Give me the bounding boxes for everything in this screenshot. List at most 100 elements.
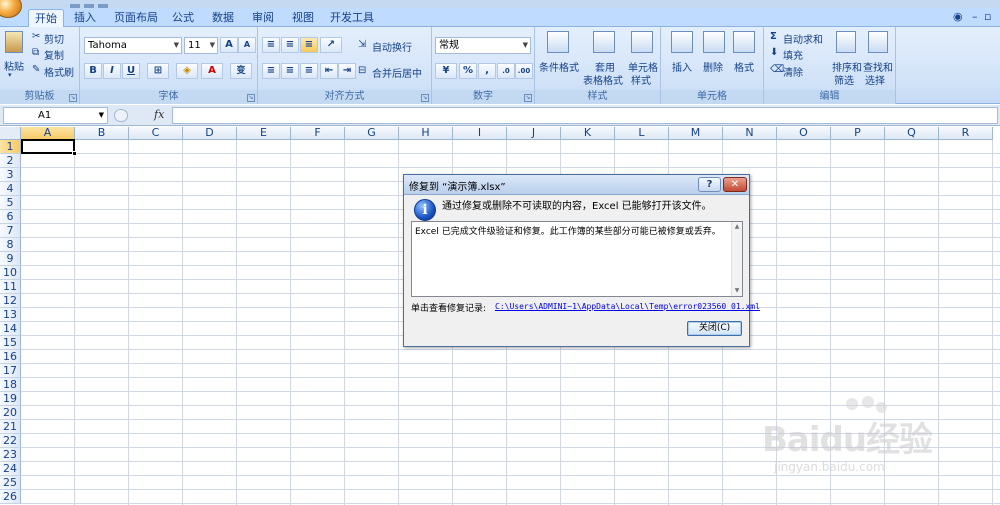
align-bottom-icon[interactable]: ≡ [300,37,318,53]
row-header-8[interactable]: 8 [0,238,21,252]
details-scrollbar[interactable]: ▲ ▼ [731,222,742,296]
paste-icon[interactable] [5,31,23,53]
column-header-d[interactable]: D [183,127,237,140]
format-as-table-label-2[interactable]: 表格格式 [583,72,623,87]
select-all-corner[interactable] [0,127,21,140]
name-box[interactable]: A1 ▼ [3,107,108,124]
dialog-launcher-icon[interactable]: ↘ [524,94,532,102]
comma-button[interactable]: , [478,63,496,79]
percent-button[interactable]: % [459,63,477,79]
repair-details-textbox[interactable]: Excel 已完成文件级验证和修复。此工作簿的某些部分可能已被修复或丢弃。 ▲ … [411,221,743,297]
dialog-close-button[interactable]: ✕ [723,177,747,192]
align-center-icon[interactable]: ≡ [281,63,299,79]
copy-icon[interactable]: ⧉ [32,47,39,58]
row-header-17[interactable]: 17 [0,364,21,378]
find-select-icon[interactable] [868,31,888,53]
row-header-24[interactable]: 24 [0,462,21,476]
column-header-g[interactable]: G [345,127,399,140]
insert-cells-button[interactable]: 插入 [672,59,692,74]
row-header-18[interactable]: 18 [0,378,21,392]
column-header-c[interactable]: C [129,127,183,140]
decrease-indent-icon[interactable]: ⇤ [320,63,338,79]
grow-font-button[interactable]: A [220,37,238,53]
column-header-i[interactable]: I [453,127,507,140]
row-header-16[interactable]: 16 [0,350,21,364]
increase-decimal-icon[interactable]: .0 [497,63,515,79]
find-select-label-2[interactable]: 选择 [865,72,885,87]
dialog-launcher-icon[interactable]: ↘ [69,94,77,102]
row-header-12[interactable]: 12 [0,294,21,308]
font-size-select[interactable]: 11 ▼ [184,37,218,54]
format-painter-button[interactable]: 格式刷 [44,64,74,79]
column-header-f[interactable]: F [291,127,345,140]
fill-color-icon[interactable]: ◈ [176,63,198,79]
help-icon[interactable]: ◉ [953,10,963,23]
cell-styles-icon[interactable] [631,31,653,53]
row-header-26[interactable]: 26 [0,490,21,504]
merge-center-icon[interactable]: ⊟ [358,65,366,76]
autosum-icon[interactable]: Σ [770,31,777,42]
column-header-b[interactable]: B [75,127,129,140]
italic-button[interactable]: I [103,63,121,79]
cut-icon[interactable]: ✂ [32,31,40,42]
row-header-4[interactable]: 4 [0,182,21,196]
wrap-text-icon[interactable]: ⇲ [358,39,366,50]
format-cells-icon[interactable] [733,31,755,53]
restore-icon[interactable]: ▫ [984,10,991,23]
column-header-j[interactable]: J [507,127,561,140]
currency-icon[interactable]: ¥ [435,63,457,79]
dialog-launcher-icon[interactable]: ↘ [421,94,429,102]
font-name-select[interactable]: Tahoma ▼ [84,37,182,54]
font-color-button[interactable]: A [201,63,223,79]
conditional-formatting-icon[interactable] [547,31,569,53]
column-header-p[interactable]: P [831,127,885,140]
row-header-11[interactable]: 11 [0,280,21,294]
tab-insert[interactable]: 插入 [70,9,100,27]
row-header-3[interactable]: 3 [0,168,21,182]
insert-cells-icon[interactable] [671,31,693,53]
row-header-19[interactable]: 19 [0,392,21,406]
row-header-21[interactable]: 21 [0,420,21,434]
insert-function-button[interactable]: fx [112,107,170,124]
column-header-r[interactable]: R [939,127,993,140]
expand-formula-icon[interactable] [114,109,128,122]
tab-review[interactable]: 审阅 [248,9,278,27]
formula-input[interactable] [172,107,998,124]
autosum-button[interactable]: 自动求和 [783,31,823,46]
column-header-k[interactable]: K [561,127,615,140]
paste-button[interactable]: 粘贴 [4,58,24,73]
row-header-22[interactable]: 22 [0,434,21,448]
row-header-15[interactable]: 15 [0,336,21,350]
copy-button[interactable]: 复制 [44,47,64,62]
cut-button[interactable]: 剪切 [44,31,64,46]
align-right-icon[interactable]: ≡ [300,63,318,79]
format-as-table-icon[interactable] [593,31,615,53]
fill-handle[interactable] [72,151,77,156]
conditional-formatting-button[interactable]: 条件格式 [539,59,579,74]
dialog-help-button[interactable]: ? [698,177,721,192]
delete-cells-button[interactable]: 删除 [703,59,723,74]
sort-filter-label-2[interactable]: 筛选 [834,72,854,87]
sort-filter-icon[interactable] [836,31,856,53]
row-header-13[interactable]: 13 [0,308,21,322]
orientation-icon[interactable]: ↗ [320,37,342,53]
close-button[interactable]: 关闭(C) [687,321,742,336]
wrap-text-button[interactable]: 自动换行 [372,39,412,54]
tab-home[interactable]: 开始 [28,9,64,27]
format-painter-icon[interactable]: ✎ [32,64,40,75]
column-header-e[interactable]: E [237,127,291,140]
merge-center-button[interactable]: 合并后居中 [372,65,422,80]
paste-dropdown-icon[interactable]: ▾ [8,71,12,79]
row-header-10[interactable]: 10 [0,266,21,280]
underline-button[interactable]: U [122,63,140,79]
delete-cells-icon[interactable] [703,31,725,53]
column-header-m[interactable]: M [669,127,723,140]
phonetic-button[interactable]: 变 [230,63,252,79]
borders-icon[interactable]: ⊞ [147,63,169,79]
minimize-icon[interactable]: – [972,10,978,23]
align-left-icon[interactable]: ≡ [262,63,280,79]
row-header-5[interactable]: 5 [0,196,21,210]
fill-button[interactable]: 填充 [783,47,803,62]
row-header-14[interactable]: 14 [0,322,21,336]
repair-log-link[interactable]: C:\Users\ADMINI~1\AppData\Local\Temp\err… [495,302,760,311]
